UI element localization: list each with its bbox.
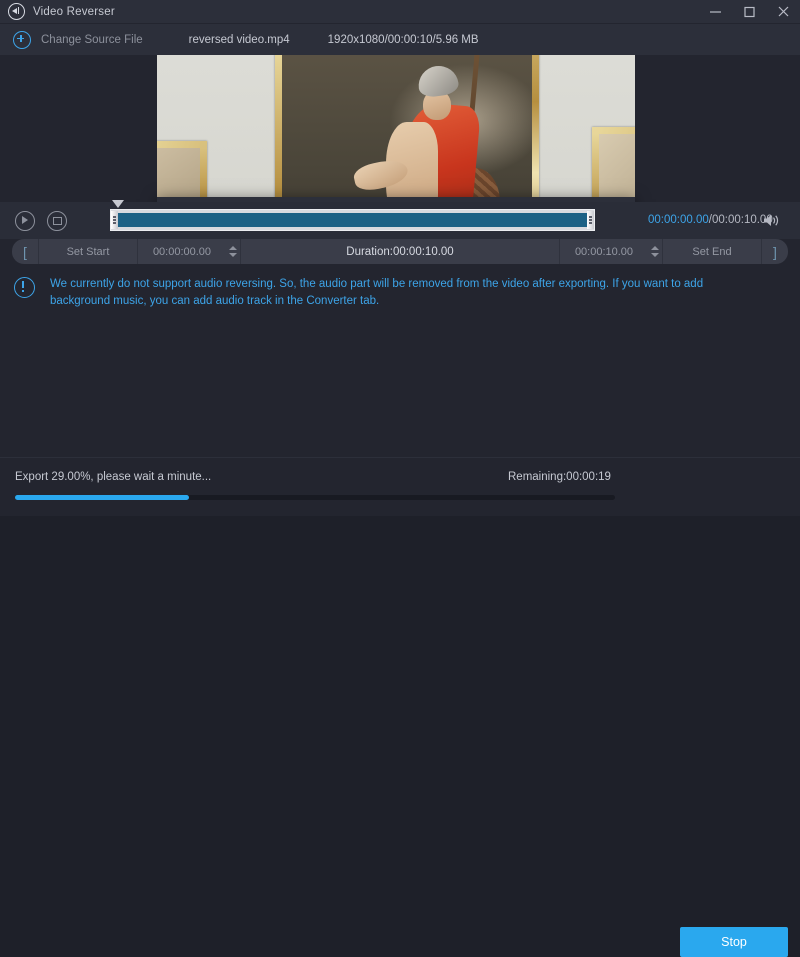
end-time-stepper[interactable] <box>648 246 662 257</box>
title-bar: Video Reverser <box>0 0 800 24</box>
reverse-playback-icon <box>8 3 25 20</box>
source-file-name: reversed video.mp4 <box>188 33 290 46</box>
end-bracket-icon: ] <box>773 243 777 260</box>
play-circle-icon[interactable] <box>15 210 35 231</box>
plus-circle-icon[interactable] <box>13 30 31 49</box>
maximize-icon[interactable] <box>732 0 766 23</box>
modal-overlay <box>0 55 800 202</box>
volume-icon[interactable] <box>762 213 780 228</box>
player-bar: 00:00:00.00 / 00:00:10.00 <box>0 200 800 239</box>
app-window: Video Reverser Change Source File revers… <box>0 0 800 957</box>
end-time-input[interactable]: 00:00:10.00 <box>560 246 648 258</box>
set-start-button[interactable]: Set Start <box>39 246 137 258</box>
trim-handle-right[interactable] <box>587 211 594 229</box>
start-bracket-icon: [ <box>23 243 27 260</box>
trim-range-slider[interactable] <box>110 209 595 231</box>
audio-notice: We currently do not support audio revers… <box>0 264 800 457</box>
export-status-text: Export 29.00%, please wait a minute... <box>15 471 212 483</box>
set-end-button[interactable]: Set End <box>663 246 761 258</box>
change-source-file-button[interactable]: Change Source File <box>41 34 143 46</box>
trim-slider-selection <box>118 213 587 227</box>
trim-handle-left[interactable] <box>111 211 118 229</box>
export-bar: Export 29.00%, please wait a minute... R… <box>0 457 800 957</box>
source-file-meta: 1920x1080/00:00:10/5.96 MB <box>327 33 479 46</box>
stop-circle-icon[interactable] <box>47 210 67 231</box>
audio-notice-text: We currently do not support audio revers… <box>50 278 704 307</box>
export-progress-bar <box>15 495 615 500</box>
window-title: Video Reverser <box>33 5 115 18</box>
start-time-input[interactable]: 00:00:00.00 <box>138 246 226 258</box>
remaining-time-label: Remaining:00:00:19 <box>508 471 611 483</box>
time-display: 00:00:00.00 / 00:00:10.00 <box>648 214 773 226</box>
source-bar: Change Source File reversed video.mp4 19… <box>0 24 800 55</box>
trim-slider-track <box>110 209 595 231</box>
window-controls <box>698 0 800 23</box>
video-preview-area[interactable]: Video Reverser Video reversion is comple… <box>0 55 800 202</box>
stop-export-button[interactable]: Stop <box>680 927 788 957</box>
duration-label: Duration:00:00:10.00 <box>346 245 454 258</box>
export-progress-fill <box>15 495 189 500</box>
current-time: 00:00:00.00 <box>648 214 709 226</box>
close-icon[interactable] <box>766 0 800 23</box>
playhead-marker[interactable] <box>112 200 124 208</box>
trim-bar: [ Set Start 00:00:00.00 Duration:00:00:1… <box>12 239 788 264</box>
start-time-stepper[interactable] <box>226 246 240 257</box>
minimize-icon[interactable] <box>698 0 732 23</box>
info-circle-icon <box>14 277 35 298</box>
